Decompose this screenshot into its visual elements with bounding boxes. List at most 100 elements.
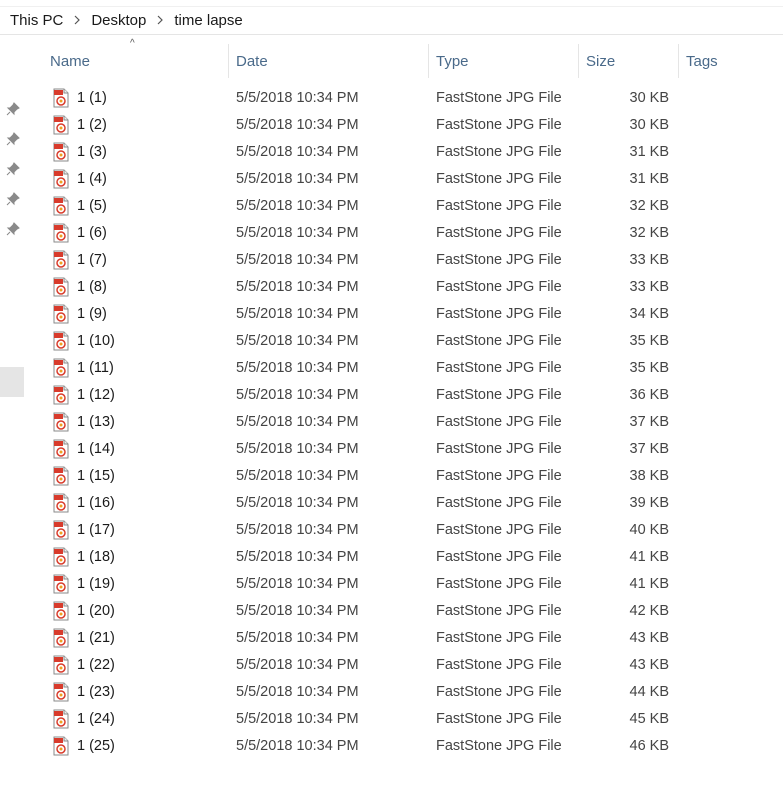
file-row[interactable]: 1 (23) 5/5/2018 10:34 PM FastStone JPG F… (42, 679, 783, 706)
column-header-tags[interactable]: Tags (678, 44, 783, 78)
file-name[interactable]: 1 (16) (77, 495, 115, 511)
file-type: FastStone JPG File (436, 549, 562, 565)
chevron-right-icon[interactable] (150, 13, 170, 28)
file-row[interactable]: 1 (6) 5/5/2018 10:34 PM FastStone JPG Fi… (42, 220, 783, 247)
file-date: 5/5/2018 10:34 PM (236, 387, 359, 403)
file-name[interactable]: 1 (15) (77, 468, 115, 484)
pin-icon[interactable] (6, 132, 20, 146)
pin-icon[interactable] (6, 192, 20, 206)
file-row[interactable]: 1 (5) 5/5/2018 10:34 PM FastStone JPG Fi… (42, 193, 783, 220)
file-name[interactable]: 1 (1) (77, 90, 107, 106)
breadcrumb-desktop[interactable]: Desktop (87, 12, 150, 29)
file-type: FastStone JPG File (436, 252, 562, 268)
file-name[interactable]: 1 (3) (77, 144, 107, 160)
file-name[interactable]: 1 (20) (77, 603, 115, 619)
column-header-date[interactable]: Date (228, 44, 428, 78)
file-size: 35 KB (629, 333, 670, 349)
file-name[interactable]: 1 (5) (77, 198, 107, 214)
file-date: 5/5/2018 10:34 PM (236, 279, 359, 295)
faststone-jpg-file-icon (53, 331, 69, 351)
column-header-type[interactable]: Type (428, 44, 578, 78)
file-type: FastStone JPG File (436, 333, 562, 349)
file-name[interactable]: 1 (12) (77, 387, 115, 403)
file-name[interactable]: 1 (13) (77, 414, 115, 430)
chevron-right-icon[interactable] (67, 13, 87, 28)
file-name[interactable]: 1 (4) (77, 171, 107, 187)
file-row[interactable]: 1 (3) 5/5/2018 10:34 PM FastStone JPG Fi… (42, 139, 783, 166)
file-row[interactable]: 1 (9) 5/5/2018 10:34 PM FastStone JPG Fi… (42, 301, 783, 328)
file-row[interactable]: 1 (24) 5/5/2018 10:34 PM FastStone JPG F… (42, 706, 783, 733)
file-name[interactable]: 1 (14) (77, 441, 115, 457)
pin-icon[interactable] (6, 222, 20, 236)
file-row[interactable]: 1 (13) 5/5/2018 10:34 PM FastStone JPG F… (42, 409, 783, 436)
file-row[interactable]: 1 (2) 5/5/2018 10:34 PM FastStone JPG Fi… (42, 112, 783, 139)
file-name[interactable]: 1 (10) (77, 333, 115, 349)
file-size: 39 KB (629, 495, 670, 511)
file-size: 32 KB (629, 225, 670, 241)
file-row[interactable]: 1 (18) 5/5/2018 10:34 PM FastStone JPG F… (42, 544, 783, 571)
file-row[interactable]: 1 (22) 5/5/2018 10:34 PM FastStone JPG F… (42, 652, 783, 679)
faststone-jpg-file-icon (53, 358, 69, 378)
file-name[interactable]: 1 (2) (77, 117, 107, 133)
file-name[interactable]: 1 (19) (77, 576, 115, 592)
file-row[interactable]: 1 (1) 5/5/2018 10:34 PM FastStone JPG Fi… (42, 85, 783, 112)
file-type: FastStone JPG File (436, 711, 562, 727)
file-date: 5/5/2018 10:34 PM (236, 576, 359, 592)
faststone-jpg-file-icon (53, 439, 69, 459)
file-name[interactable]: 1 (17) (77, 522, 115, 538)
file-row[interactable]: 1 (21) 5/5/2018 10:34 PM FastStone JPG F… (42, 625, 783, 652)
nav-selected-item[interactable] (0, 367, 24, 397)
file-row[interactable]: 1 (14) 5/5/2018 10:34 PM FastStone JPG F… (42, 436, 783, 463)
faststone-jpg-file-icon (53, 682, 69, 702)
file-date: 5/5/2018 10:34 PM (236, 495, 359, 511)
file-row[interactable]: 1 (11) 5/5/2018 10:34 PM FastStone JPG F… (42, 355, 783, 382)
file-date: 5/5/2018 10:34 PM (236, 468, 359, 484)
column-header-name[interactable]: Name (42, 44, 228, 78)
file-name[interactable]: 1 (11) (77, 360, 114, 376)
file-row[interactable]: 1 (19) 5/5/2018 10:34 PM FastStone JPG F… (42, 571, 783, 598)
file-list[interactable]: 1 (1) 5/5/2018 10:34 PM FastStone JPG Fi… (42, 85, 783, 768)
file-row[interactable]: 1 (10) 5/5/2018 10:34 PM FastStone JPG F… (42, 328, 783, 355)
column-header-size[interactable]: Size (578, 44, 678, 78)
file-name[interactable]: 1 (6) (77, 225, 107, 241)
file-name[interactable]: 1 (18) (77, 549, 115, 565)
file-name[interactable]: 1 (8) (77, 279, 107, 295)
file-row[interactable]: 1 (25) 5/5/2018 10:34 PM FastStone JPG F… (42, 733, 783, 760)
file-name[interactable]: 1 (22) (77, 657, 115, 673)
file-date: 5/5/2018 10:34 PM (236, 225, 359, 241)
file-date: 5/5/2018 10:34 PM (236, 441, 359, 457)
file-size: 30 KB (629, 90, 670, 106)
breadcrumb-time-lapse[interactable]: time lapse (170, 12, 246, 29)
file-type: FastStone JPG File (436, 576, 562, 592)
file-row[interactable]: 1 (8) 5/5/2018 10:34 PM FastStone JPG Fi… (42, 274, 783, 301)
pin-icon[interactable] (6, 102, 20, 116)
file-date: 5/5/2018 10:34 PM (236, 738, 359, 754)
file-date: 5/5/2018 10:34 PM (236, 306, 359, 322)
file-date: 5/5/2018 10:34 PM (236, 90, 359, 106)
file-row[interactable]: 1 (7) 5/5/2018 10:34 PM FastStone JPG Fi… (42, 247, 783, 274)
file-type: FastStone JPG File (436, 414, 562, 430)
file-row[interactable]: 1 (17) 5/5/2018 10:34 PM FastStone JPG F… (42, 517, 783, 544)
file-size: 41 KB (629, 576, 670, 592)
breadcrumb-this-pc[interactable]: This PC (0, 12, 67, 29)
navigation-pane[interactable] (0, 35, 26, 785)
file-row[interactable]: 1 (12) 5/5/2018 10:34 PM FastStone JPG F… (42, 382, 783, 409)
file-name[interactable]: 1 (9) (77, 306, 107, 322)
file-name[interactable]: 1 (24) (77, 711, 115, 727)
file-name[interactable]: 1 (25) (77, 738, 115, 754)
faststone-jpg-file-icon (53, 88, 69, 108)
file-row[interactable]: 1 (16) 5/5/2018 10:34 PM FastStone JPG F… (42, 490, 783, 517)
file-date: 5/5/2018 10:34 PM (236, 252, 359, 268)
file-size: 44 KB (629, 684, 670, 700)
faststone-jpg-file-icon (53, 412, 69, 432)
file-row[interactable]: 1 (20) 5/5/2018 10:34 PM FastStone JPG F… (42, 598, 783, 625)
faststone-jpg-file-icon (53, 304, 69, 324)
file-row[interactable]: 1 (4) 5/5/2018 10:34 PM FastStone JPG Fi… (42, 166, 783, 193)
file-row[interactable]: 1 (15) 5/5/2018 10:34 PM FastStone JPG F… (42, 463, 783, 490)
pin-icon[interactable] (6, 162, 20, 176)
breadcrumb[interactable]: This PC Desktop time lapse (0, 6, 783, 35)
file-type: FastStone JPG File (436, 171, 562, 187)
file-name[interactable]: 1 (7) (77, 252, 107, 268)
file-name[interactable]: 1 (23) (77, 684, 115, 700)
file-name[interactable]: 1 (21) (77, 630, 115, 646)
